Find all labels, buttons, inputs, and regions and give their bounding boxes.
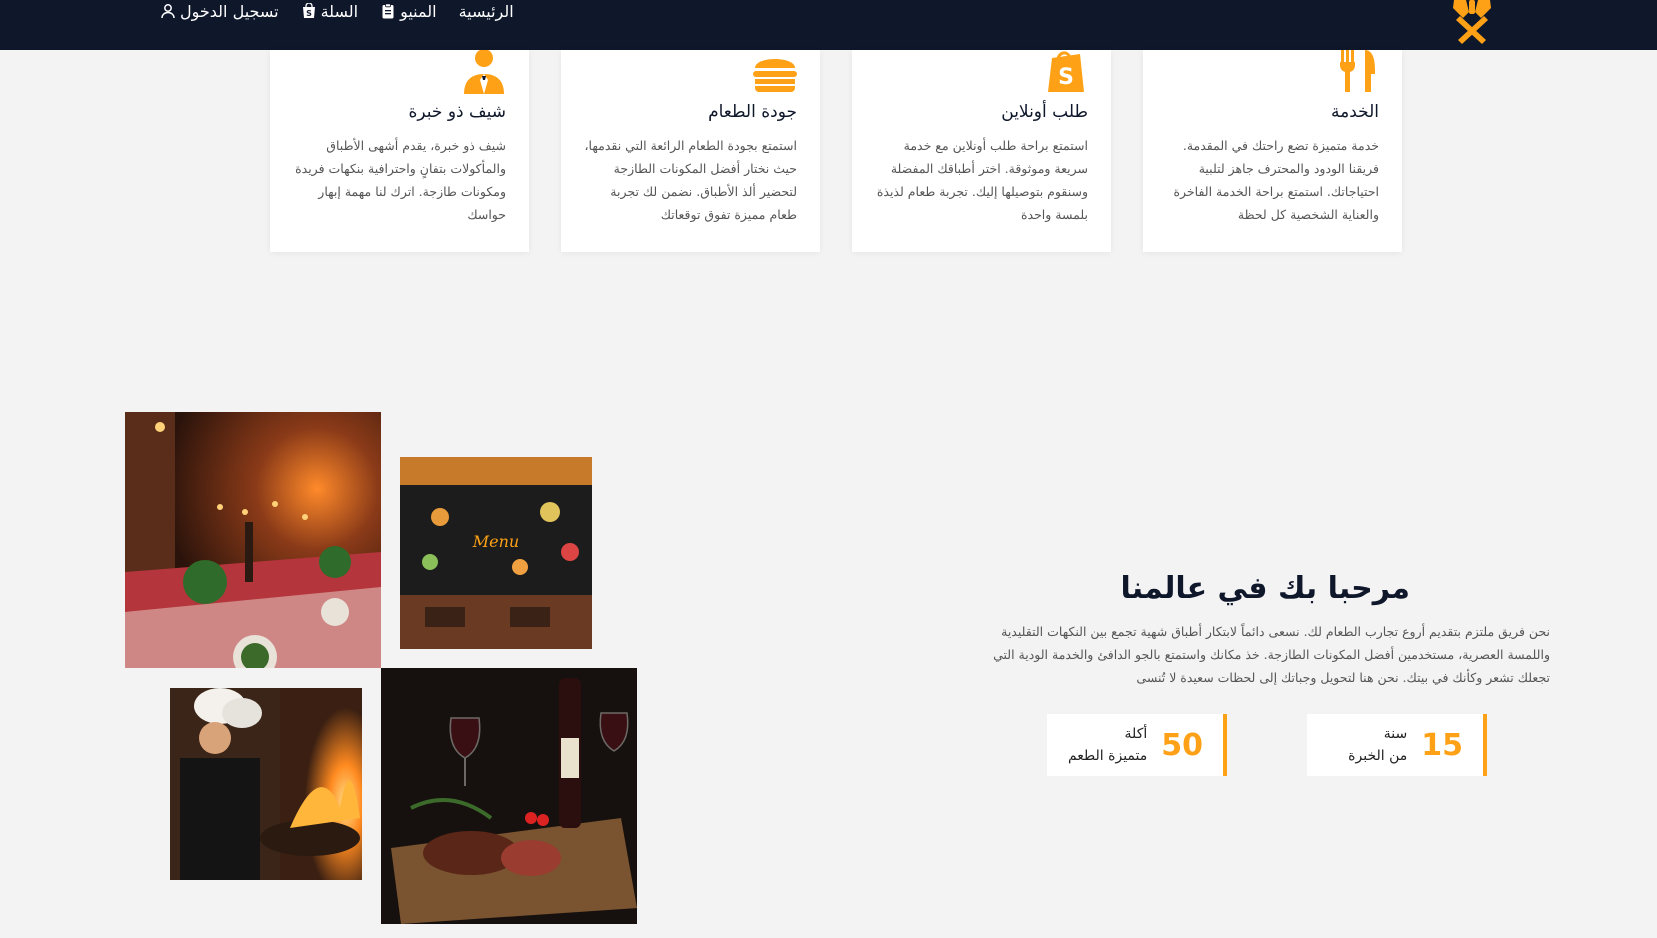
- shopify-bag-icon: S: [1048, 51, 1084, 92]
- stat-years-experience: 15 سنة من الخبرة: [1307, 714, 1487, 776]
- nav-menu-label: المنيو: [400, 1, 437, 21]
- nav-menu-link[interactable]: المنيو: [380, 2, 437, 21]
- service-card-title: شيف ذو خبرة: [408, 102, 506, 122]
- stat-number: 50: [1161, 727, 1203, 763]
- stat-label-bottom: متميزة الطعم: [1067, 748, 1148, 764]
- shopping-bag-icon: S: [302, 3, 315, 18]
- stat-dishes: 50 أكلة متميزة الطعم: [1047, 714, 1227, 776]
- service-card-title: جودة الطعام: [708, 102, 797, 122]
- about-title-text: مرحبا بك في عالمنا: [1120, 570, 1410, 606]
- svg-text:Menu: Menu: [472, 532, 519, 551]
- nav-cart-link[interactable]: S السلة: [301, 2, 358, 21]
- service-card-service: الخدمة خدمة متميزة تضع راحتك في المقدمة.…: [1143, 50, 1402, 252]
- stat-label-bottom: من الخبرة: [1348, 748, 1408, 764]
- restaurant-interior-photo: [125, 412, 381, 668]
- menu-wall-photo: Menu: [400, 457, 592, 649]
- chef-user-icon: [464, 50, 504, 94]
- service-card-text: شيف ذو خبرة، يقدم أشهى الأطباق والمأكولا…: [295, 138, 506, 222]
- nav-links: تسجيل الدخول S السلة المنيو الرئيسية: [160, 0, 514, 22]
- nav-login-label: تسجيل الدخول: [180, 1, 279, 21]
- service-card-title: طلب أونلاين: [1001, 102, 1088, 122]
- clipboard-icon: [382, 3, 394, 19]
- service-card-online-order: S طلب أونلاين استمتع براحة طلب أونلاين م…: [852, 50, 1111, 252]
- about-text: نحن فريق ملتزم بتقديم أروع تجارب الطعام …: [993, 624, 1550, 685]
- service-card-chef: شيف ذو خبرة شيف ذو خبرة، يقدم أشهى الأطب…: [270, 50, 529, 252]
- service-card-text: خدمة متميزة تضع راحتك في المقدمة. فريقنا…: [1173, 138, 1379, 222]
- nav-home-label: الرئيسية: [458, 1, 514, 21]
- service-card-text: استمتع بجودة الطعام الرائعة التي نقدمها،…: [584, 138, 797, 222]
- service-card-title: الخدمة: [1330, 102, 1379, 122]
- steak-wine-photo: [381, 668, 637, 924]
- brand-logo[interactable]: [1440, 0, 1504, 44]
- user-icon: [161, 4, 175, 19]
- stat-label: سنة من الخبرة: [1348, 723, 1407, 767]
- stat-number: 15: [1421, 727, 1463, 763]
- burger-icon: [753, 59, 797, 92]
- nav-home-link[interactable]: الرئيسية: [459, 2, 514, 21]
- nav-cart-label: السلة: [320, 1, 359, 21]
- chefs-cooking-photo: [170, 688, 362, 880]
- about-title: مرحبا بك في عالمنا: [1120, 568, 1410, 608]
- navbar: تسجيل الدخول S السلة المنيو الرئيسية: [0, 0, 1657, 50]
- nav-login-link[interactable]: تسجيل الدخول: [160, 2, 279, 21]
- service-card-text: استمتع براحة طلب أونلاين مع خدمة سريعة و…: [876, 138, 1088, 222]
- svg-text:S: S: [1058, 65, 1074, 90]
- utensils-icon: [1340, 50, 1375, 92]
- stat-label: أكلة متميزة الطعم: [1068, 723, 1147, 767]
- svg-text:S: S: [306, 9, 312, 18]
- stat-label-top: سنة: [1383, 726, 1408, 742]
- service-card-food-quality: جودة الطعام استمتع بجودة الطعام الرائعة …: [561, 50, 820, 252]
- stat-label-top: أكلة: [1124, 726, 1148, 742]
